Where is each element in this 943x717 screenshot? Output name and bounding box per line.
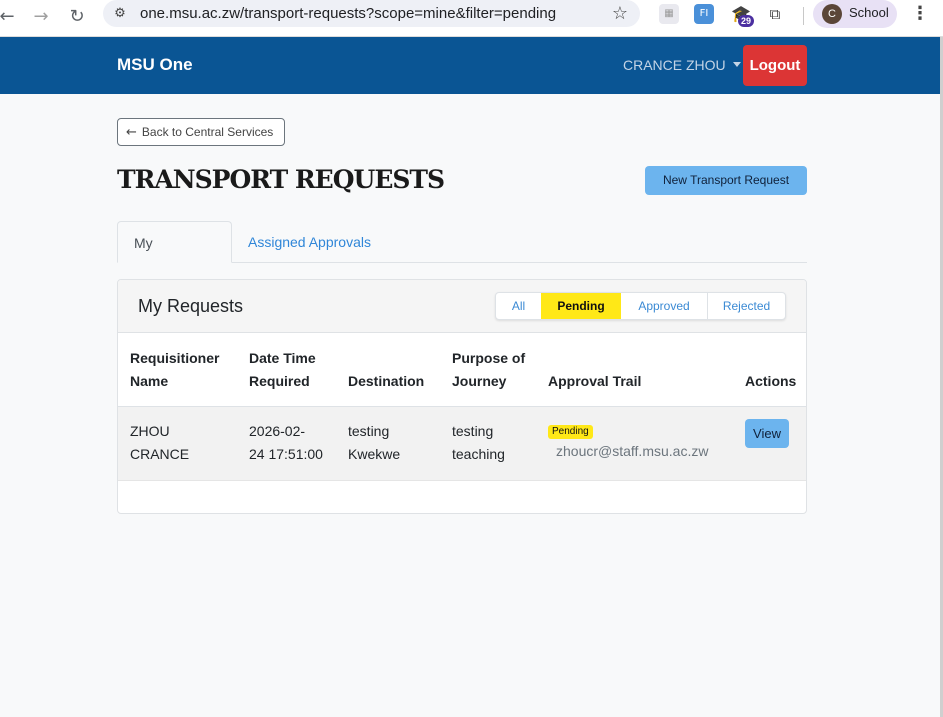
requests-card: My Requests All Pending Approved Rejecte… (117, 279, 807, 514)
app-navbar: MSU One CRANCE ZHOU Logout (0, 37, 940, 94)
cell-line: CRANCE (130, 446, 190, 462)
user-menu[interactable]: CRANCE ZHOU (623, 57, 741, 73)
page-title: TRANSPORT REQUESTS (117, 165, 445, 194)
site-settings-icon[interactable]: ⚙ (111, 5, 129, 23)
header-line: Name (130, 373, 169, 389)
cell-line: Kwekwe (348, 446, 401, 462)
reload-icon[interactable]: ↻ (64, 4, 90, 30)
cell-line: 2026-02- (249, 423, 306, 439)
back-button-label: Back to Central Services (141, 125, 274, 139)
extension-fi-icon[interactable]: FI (694, 4, 714, 24)
card-title: My Requests (138, 296, 244, 316)
filter-all[interactable]: All (496, 293, 541, 319)
back-arrow-icon[interactable]: ← (0, 4, 20, 30)
cell-requisitioner-name: ZHOU CRANCE (130, 420, 189, 466)
column-header-date-time: Date Time Required (249, 347, 316, 393)
cell-line: 24 17:51:00 (249, 446, 323, 462)
cell-destination: testing Kwekwe (348, 420, 400, 466)
approver-email: zhoucr@staff.msu.ac.zw (556, 443, 709, 459)
cell-line: ZHOU (130, 423, 170, 439)
extension-badge: 29 (738, 15, 755, 27)
header-line: Requisitioner (130, 350, 220, 366)
cell-line: testing (348, 423, 390, 439)
avatar: C (822, 4, 842, 24)
extension-grid-icon[interactable]: ▦ (659, 4, 679, 24)
header-line: Required (249, 373, 310, 389)
header-line: Journey (452, 373, 507, 389)
profile-label: School (849, 5, 889, 20)
bookmark-star-icon[interactable]: ☆ (612, 3, 628, 24)
forward-arrow-icon[interactable]: → (28, 4, 54, 30)
tab-my-requests[interactable]: My Requests (117, 221, 232, 293)
column-header-destination: Destination (348, 373, 425, 389)
url-text[interactable]: one.msu.ac.zw/transport-requests?scope=m… (140, 5, 556, 22)
browser-toolbar: ← → ↻ ⚙ one.msu.ac.zw/transport-requests… (0, 0, 943, 37)
view-button[interactable]: View (745, 419, 789, 448)
profile-button[interactable]: C School (813, 0, 897, 28)
brand-link[interactable]: MSU One (117, 55, 193, 75)
cell-line: testing (452, 423, 494, 439)
header-line: Date Time (249, 350, 316, 366)
tab-bar: My Requests Assigned Approvals (117, 221, 807, 293)
address-bar[interactable]: ⚙ one.msu.ac.zw/transport-requests?scope… (103, 0, 640, 27)
logout-button[interactable]: Logout (743, 45, 807, 86)
status-badge: Pending (548, 425, 593, 439)
extension-fi-label: FI (699, 8, 709, 19)
filter-rejected[interactable]: Rejected (707, 293, 785, 319)
back-to-central-services-button[interactable]: ← Back to Central Services (117, 118, 285, 146)
column-header-approval-trail: Approval Trail (548, 373, 642, 389)
caret-down-icon (732, 62, 741, 67)
status-filter-group: All Pending Approved Rejected (495, 292, 786, 320)
puzzle-icon[interactable]: ⧉ (765, 4, 785, 24)
filter-pending[interactable]: Pending (541, 293, 621, 319)
arrow-left-icon: ← (126, 125, 137, 140)
more-menu-icon[interactable]: ⋮ (911, 3, 929, 24)
column-header-actions: Actions (745, 373, 797, 389)
filter-approved[interactable]: Approved (621, 293, 707, 319)
table-row: ZHOU CRANCE 2026-02- 24 17:51:00 testing… (118, 407, 806, 481)
card-header: My Requests All Pending Approved Rejecte… (118, 280, 806, 333)
user-name: CRANCE ZHOU (623, 57, 726, 73)
cell-purpose: testing teaching (452, 420, 505, 466)
header-line: Purpose of (452, 350, 526, 366)
toolbar-divider (803, 7, 804, 25)
column-header-requisitioner: Requisitioner Name (130, 347, 219, 393)
tab-assigned-approvals[interactable]: Assigned Approvals (232, 221, 387, 263)
column-header-purpose: Purpose of Journey (452, 347, 525, 393)
cell-line: teaching (452, 446, 505, 462)
cell-date-time: 2026-02- 24 17:51:00 (249, 420, 323, 466)
new-transport-request-button[interactable]: New Transport Request (645, 166, 807, 195)
